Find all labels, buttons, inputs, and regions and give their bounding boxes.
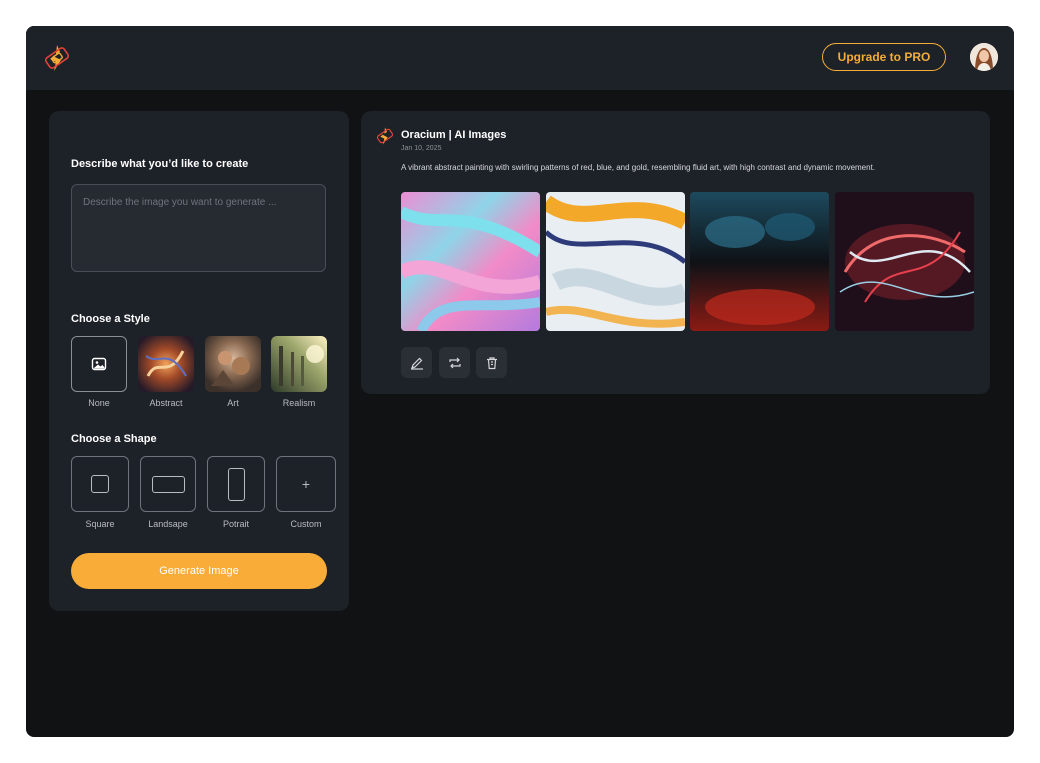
oracium-logo-icon [376, 127, 394, 145]
oracium-logo-icon[interactable] [42, 43, 72, 73]
art-thumbnail [205, 336, 261, 392]
post-date: Jan 10, 2025 [401, 145, 442, 152]
trash-icon [486, 356, 497, 369]
create-panel: Describe what you’d like to create Descr… [49, 111, 349, 611]
portrait-shape-icon [227, 467, 245, 501]
style-none-card[interactable] [71, 336, 127, 392]
result-panel: Oracium | AI Images Jan 10, 2025 A vibra… [361, 111, 990, 394]
landscape-shape-icon [151, 475, 185, 493]
edit-button[interactable] [401, 347, 432, 378]
shape-custom-card[interactable]: + [276, 456, 336, 512]
shape-portrait-card[interactable] [207, 456, 265, 512]
generate-image-button[interactable]: Generate Image [71, 553, 327, 589]
generated-image-4[interactable] [835, 192, 974, 331]
style-label-none: None [88, 398, 110, 408]
generated-image-2[interactable] [546, 192, 685, 331]
shape-square-card[interactable] [71, 456, 129, 512]
prompt-input[interactable]: Describe the image you want to generate … [71, 184, 326, 272]
shape-label-custom: Custom [290, 519, 322, 529]
repeat-icon [448, 357, 461, 368]
square-shape-icon [91, 475, 109, 493]
shape-label-portrait: Potrait [222, 519, 249, 529]
shape-title: Choose a Shape [71, 433, 157, 445]
style-title: Choose a Style [71, 313, 150, 325]
user-avatar[interactable] [970, 43, 998, 71]
realism-thumbnail [271, 336, 327, 392]
image-icon [91, 357, 107, 371]
style-label-art: Art [227, 398, 239, 408]
upgrade-button[interactable]: Upgrade to PRO [822, 43, 946, 71]
plus-icon: + [301, 476, 311, 492]
shape-landscape-card[interactable] [140, 456, 196, 512]
top-bar: Upgrade to PRO [26, 26, 1014, 90]
style-art-card[interactable] [205, 336, 261, 392]
post-title: Oracium | AI Images [401, 129, 507, 141]
regenerate-button[interactable] [439, 347, 470, 378]
abstract-thumbnail [138, 336, 194, 392]
post-description: A vibrant abstract painting with swirlin… [401, 163, 876, 172]
style-abstract-card[interactable] [138, 336, 194, 392]
prompt-title: Describe what you’d like to create [71, 158, 249, 170]
app-window: Upgrade to PRO Describe what you’d like … [26, 26, 1014, 737]
shape-label-landscape: Landsape [148, 519, 188, 529]
generated-image-3[interactable] [690, 192, 829, 331]
shape-label-square: Square [85, 519, 115, 529]
style-label-realism: Realism [282, 398, 316, 408]
style-label-abstract: Abstract [149, 398, 183, 408]
delete-button[interactable] [476, 347, 507, 378]
style-realism-card[interactable] [271, 336, 327, 392]
generated-image-1[interactable] [401, 192, 540, 331]
edit-icon [410, 357, 423, 370]
